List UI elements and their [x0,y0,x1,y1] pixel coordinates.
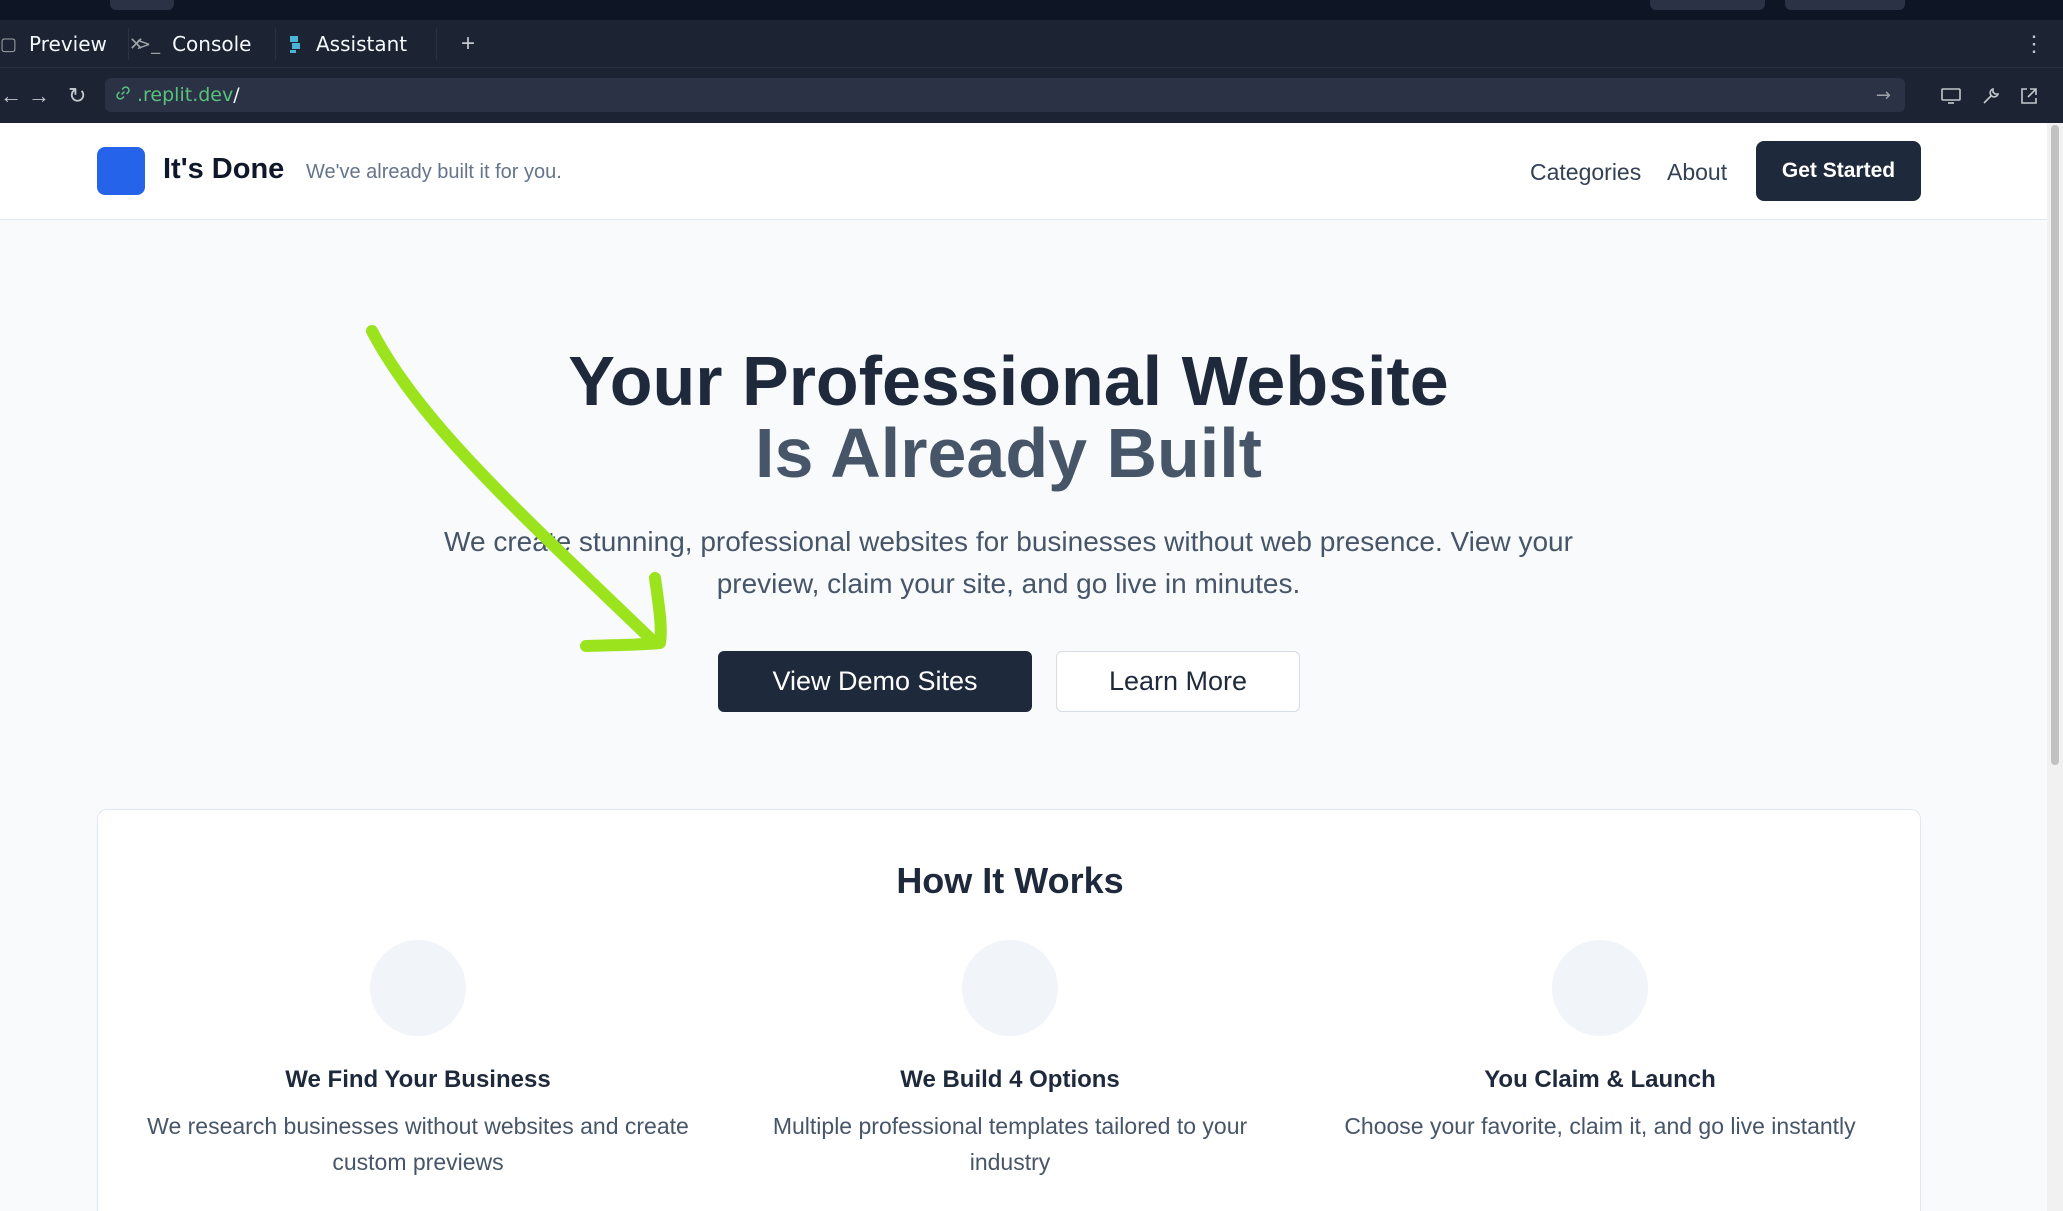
nav-categories-link[interactable]: Categories [1530,159,1641,186]
logo-icon[interactable] [97,147,145,195]
url-path: / [233,84,240,106]
nav-about-link[interactable]: About [1667,159,1727,186]
url-field[interactable]: .replit.dev / → [105,78,1905,112]
toolbar-slot [1785,0,1905,10]
link-icon [115,84,131,106]
step-icon [1552,940,1648,1036]
hero-title-line2: Is Already Built [755,414,1262,492]
tab-console[interactable]: >_ Console [136,20,252,68]
brand-tagline: We've already built it for you. [306,161,562,183]
step-description: Multiple professional templates tailored… [772,1113,1248,1175]
forward-icon[interactable]: → [28,68,50,123]
go-icon[interactable]: → [1876,85,1891,106]
tab-assistant[interactable]: Assistant [288,20,407,68]
terminal-icon: >_ [136,33,161,55]
brand-name[interactable]: It's Done [163,153,284,186]
ide-top-strip [0,0,2063,20]
step-title: You Claim & Launch [1484,1066,1716,1093]
step-card: You Claim & Launch Choose your favorite,… [1320,940,1880,1144]
tab-label: Console [172,32,252,56]
workspace-indicator [110,0,174,10]
step-icon [962,940,1058,1036]
tab-preview[interactable]: ▢ Preview ✕ [0,20,144,68]
hero-title-line1: Your Professional Website [568,342,1449,420]
step-description: Choose your favorite, claim it, and go l… [1344,1113,1856,1139]
hero-subtitle: We create stunning, professional website… [444,526,1573,599]
preview-page: It's Done We've already built it for you… [0,123,2047,1211]
step-card: We Build 4 Options Multiple professional… [730,940,1290,1180]
back-icon[interactable]: ← [0,68,22,123]
reload-icon[interactable]: ↻ [68,68,86,123]
open-new-window-icon[interactable] [2018,68,2040,123]
page-scrollbar[interactable] [2047,123,2063,1211]
step-description: We research businesses without websites … [147,1113,689,1175]
step-card: We Find Your Business We research busine… [138,940,698,1180]
preview-icon: ▢ [0,33,18,55]
devtools-icon[interactable] [1980,68,2002,123]
site-header: It's Done We've already built it for you… [0,123,2047,220]
assistant-icon [288,34,304,54]
tab-label: Preview [29,32,107,56]
more-options-icon[interactable]: ⋮ [2023,20,2045,68]
step-title: We Build 4 Options [900,1066,1120,1093]
how-it-works-title: How It Works [896,860,1124,901]
toolbar-slot [1650,0,1765,10]
tab-divider [275,28,276,60]
get-started-button[interactable]: Get Started [1756,141,1921,201]
step-title: We Find Your Business [285,1066,551,1093]
view-demo-sites-button[interactable]: View Demo Sites [718,651,1032,712]
scrollbar-thumb[interactable] [2051,125,2059,765]
tab-label: Assistant [316,32,408,56]
tab-divider [128,28,129,60]
tab-divider [436,28,437,60]
learn-more-button[interactable]: Learn More [1056,651,1300,712]
step-icon [370,940,466,1036]
new-tab-button[interactable]: + [453,20,483,68]
url-domain: .replit.dev [137,84,234,106]
how-it-works-card: How It Works We Find Your Business We re… [97,809,1921,1211]
device-icon[interactable] [1940,68,1962,123]
